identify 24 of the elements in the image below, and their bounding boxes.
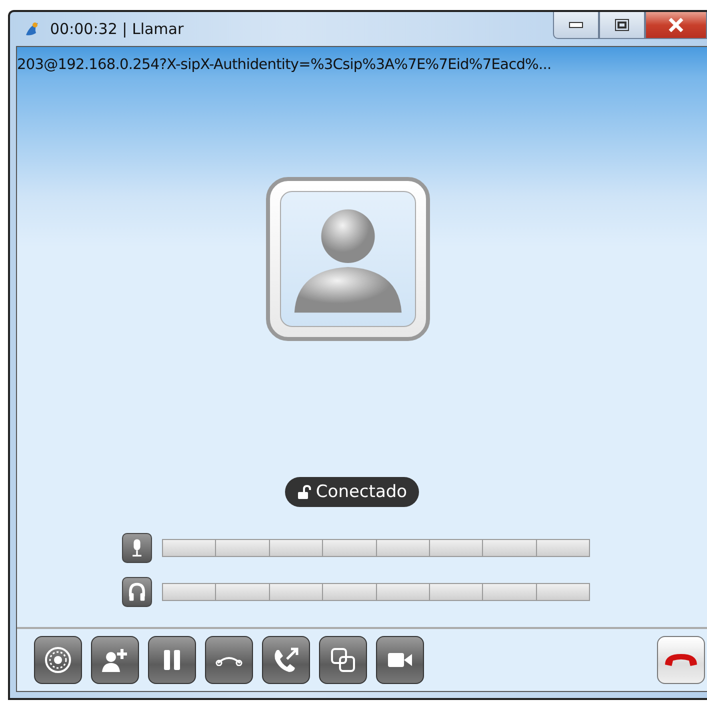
overlapping-squares-icon — [328, 645, 358, 675]
minimize-icon — [569, 22, 583, 28]
conference-button[interactable] — [319, 636, 367, 684]
dial-icon — [43, 645, 73, 675]
person-icon — [280, 191, 416, 327]
close-icon — [668, 18, 684, 32]
maximize-icon — [615, 19, 629, 31]
dialpad-button[interactable] — [34, 636, 82, 684]
call-address: 203@192.168.0.254?X-sipX-Authidentity=%3Csip%3A%7E%7Eid%7Eacd%... — [17, 56, 552, 73]
handset-button[interactable] — [205, 636, 253, 684]
transfer-button[interactable] — [262, 636, 310, 684]
headphones-icon — [122, 577, 152, 607]
video-button[interactable] — [376, 636, 424, 684]
microphone-icon — [122, 533, 152, 563]
status-badge: Conectado — [284, 477, 420, 507]
handset-icon — [215, 654, 243, 666]
hang-up-icon — [665, 654, 697, 666]
hang-up-button[interactable] — [657, 636, 705, 684]
maximize-button[interactable] — [599, 12, 645, 39]
minimize-button[interactable] — [553, 12, 599, 39]
add-person-button[interactable] — [91, 636, 139, 684]
window-title: 00:00:32 | Llamar — [50, 20, 184, 38]
close-button[interactable] — [645, 12, 707, 39]
pause-button[interactable] — [148, 636, 196, 684]
